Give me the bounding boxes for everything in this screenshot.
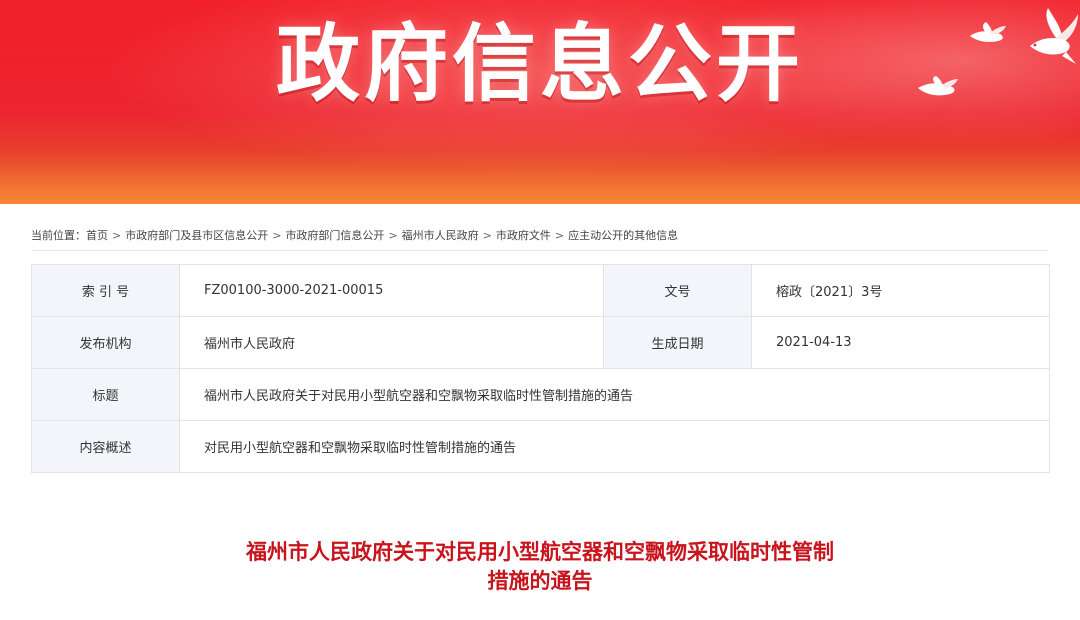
breadcrumb: 当前位置：首页 > 市政府部门及县市区信息公开 > 市政府部门信息公开 > 福州市人民政府 >…: [31, 224, 1049, 251]
breadcrumb-item-docs[interactable]: 市政府文件: [496, 224, 551, 248]
dove-icon: [1026, 8, 1080, 66]
index-label: 索 引 号: [31, 264, 180, 317]
title-value: 福州市人民政府关于对民用小型航空器和空飘物采取临时性管制措施的通告: [179, 368, 1050, 421]
dove-icon: [916, 76, 960, 98]
document-title-line: 福州市人民政府关于对民用小型航空器和空飘物采取临时性管制: [246, 540, 834, 564]
publisher-label: 发布机构: [31, 316, 180, 369]
breadcrumb-item-dept-county[interactable]: 市政府部门及县市区信息公开: [125, 224, 268, 248]
banner-title: 政府信息公开: [275, 15, 804, 113]
content-card: 当前位置：首页 > 市政府部门及县市区信息公开 > 市政府部门信息公开 > 福州市人民政府 >…: [0, 204, 1080, 620]
title-label: 标题: [31, 368, 180, 421]
banner-glow: [0, 150, 1080, 205]
breadcrumb-separator: >: [554, 229, 565, 242]
docno-label: 文号: [603, 264, 752, 317]
document-title: 福州市人民政府关于对民用小型航空器和空飘物采取临时性管制 措施的通告: [0, 538, 1080, 596]
docno-value: 榕政〔2021〕3号: [751, 264, 1050, 317]
breadcrumb-prefix: 当前位置：: [31, 229, 86, 242]
breadcrumb-item-other[interactable]: 应主动公开的其他信息: [568, 224, 678, 248]
summary-label: 内容概述: [31, 420, 180, 473]
breadcrumb-item-home[interactable]: 首页: [86, 224, 108, 248]
breadcrumb-separator: >: [112, 229, 122, 242]
table-row: 标题 福州市人民政府关于对民用小型航空器和空飘物采取临时性管制措施的通告: [31, 368, 1050, 421]
publisher-value: 福州市人民政府: [179, 316, 604, 369]
breadcrumb-item-gov[interactable]: 福州市人民政府: [402, 224, 479, 248]
breadcrumb-separator: >: [272, 229, 282, 242]
header-banner: 政府信息公开: [0, 0, 1080, 205]
summary-value: 对民用小型航空器和空飘物采取临时性管制措施的通告: [179, 420, 1050, 473]
breadcrumb-item-dept[interactable]: 市政府部门信息公开: [285, 224, 384, 248]
dove-icon: [968, 22, 1008, 44]
breadcrumb-separator: >: [388, 229, 398, 242]
date-label: 生成日期: [603, 316, 752, 369]
index-value: FZ00100-3000-2021-00015: [179, 264, 604, 317]
table-row: 索 引 号 FZ00100-3000-2021-00015 文号 榕政〔2021…: [31, 264, 1050, 317]
date-value: 2021-04-13: [751, 316, 1050, 369]
document-info-table: 索 引 号 FZ00100-3000-2021-00015 文号 榕政〔2021…: [31, 264, 1050, 473]
breadcrumb-separator: >: [482, 229, 492, 242]
table-row: 内容概述 对民用小型航空器和空飘物采取临时性管制措施的通告: [31, 420, 1050, 473]
table-row: 发布机构 福州市人民政府 生成日期 2021-04-13: [31, 316, 1050, 369]
document-title-line: 措施的通告: [487, 569, 593, 593]
